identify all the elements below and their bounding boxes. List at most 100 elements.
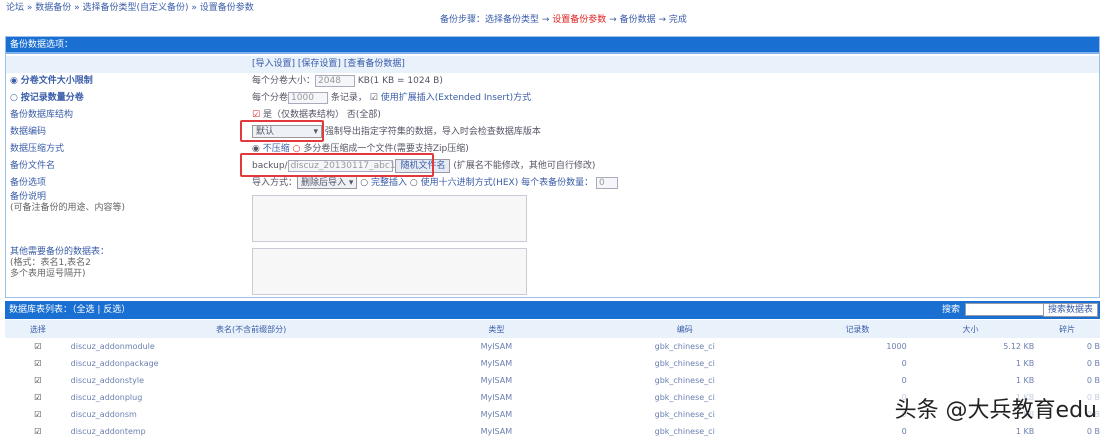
row-checkbox[interactable]: ☑ xyxy=(5,338,71,355)
table-cell: 1 KB xyxy=(1015,427,1035,436)
hint: (扩展名不能修改，其他可自行修改) xyxy=(453,161,596,171)
label: 其他需要备份的数据表： xyxy=(10,247,110,257)
table-cell: gbk_chinese_ci xyxy=(654,342,715,351)
table-cell: 0 B xyxy=(1086,376,1100,385)
label: 是（仅数据表结构） xyxy=(262,110,344,120)
row-checkbox[interactable]: ☑ xyxy=(5,355,71,372)
table-cell: MyISAM xyxy=(480,376,513,385)
table-row: ☑ discuz_addonpackage MyISAM gbk_chinese_ci… xyxy=(5,355,1100,372)
step-current: 设置备份参数 xyxy=(552,15,607,25)
step-1: 选择备份类型 xyxy=(485,15,540,25)
label: KB(1 KB = 1024 B) xyxy=(357,76,443,86)
import-mode-select[interactable]: 删除后导入 ▾ xyxy=(297,176,358,189)
column-header: 碎片 xyxy=(1034,320,1100,338)
table-count-input[interactable]: 0 xyxy=(596,176,619,189)
hex-option[interactable]: 使用十六进制方式(HEX) xyxy=(421,178,519,188)
arrow: → xyxy=(606,15,620,25)
links-row: [导入设置] [保存设置] [查看备份数据] xyxy=(6,56,1099,73)
view-backups-link[interactable]: [查看备份数据] xyxy=(344,59,405,69)
table-cell: 0 xyxy=(901,359,907,368)
table-cell: gbk_chinese_ci xyxy=(654,410,715,419)
label: 备份文件名 xyxy=(10,161,56,171)
watermark: 头条 @大兵教育edu xyxy=(891,392,1100,424)
table-row: ☑ discuz_addontemp MyISAM gbk_chinese_ci 0 1 … xyxy=(5,423,1100,440)
table-cell: MyISAM xyxy=(480,342,513,351)
label: 数据压缩方式 xyxy=(10,144,65,154)
row-checkbox[interactable]: ☑ xyxy=(5,406,71,423)
table-cell: 1 KB xyxy=(1015,359,1035,368)
record-count-input[interactable]: 1000 xyxy=(288,91,329,104)
label: 数据编码 xyxy=(10,127,47,137)
label: 每个表备份数量： xyxy=(521,178,594,188)
column-header: 编码 xyxy=(561,320,809,338)
row-checkbox[interactable]: ☑ xyxy=(5,423,71,440)
radio-record-count[interactable]: ○ 按记录数量分卷 xyxy=(10,90,84,107)
label: 备份数据库结构 xyxy=(10,110,74,120)
tables-title[interactable]: 数据库表列表：（全选 | 反选） xyxy=(9,305,130,315)
breadcrumb[interactable]: 论坛 » 数据备份 » 选择备份类型(自定义备份) » 设置备份参数 xyxy=(6,0,254,13)
search-button[interactable]: 搜索数据表 xyxy=(1042,303,1098,317)
table-cell: discuz_addonstyle xyxy=(70,376,144,385)
column-header: 大小 xyxy=(906,320,1035,338)
radio-volume-size[interactable]: ◉ 分卷文件大小限制 xyxy=(10,73,93,90)
label: 备份说明 xyxy=(10,192,47,202)
table-cell: MyISAM xyxy=(480,427,513,436)
column-header: 选择 xyxy=(5,320,71,338)
tables-bar: 数据库表列表：（全选 | 反选） 搜索 搜索数据表 xyxy=(5,301,1100,319)
table-cell: discuz_addonmodule xyxy=(70,342,155,351)
row-checkbox[interactable]: ☑ xyxy=(5,372,71,389)
structure-checkbox[interactable]: ☑ xyxy=(252,110,260,120)
row-checkbox[interactable]: ☑ xyxy=(5,389,71,406)
table-cell: gbk_chinese_ci xyxy=(654,376,715,385)
column-header: 记录数 xyxy=(808,320,907,338)
label: 每个分卷 xyxy=(252,93,289,103)
table-cell: 0 B xyxy=(1086,342,1100,351)
table-row: ☑ discuz_addonmodule MyISAM gbk_chinese_ci 1… xyxy=(5,338,1100,355)
search-label: 搜索 xyxy=(941,305,960,315)
panel-title: 备份数据选项： xyxy=(6,37,1099,54)
table-row: ☑ discuz_addonstyle MyISAM gbk_chinese_ci 0 1… xyxy=(5,372,1100,389)
extra-tables-textarea[interactable] xyxy=(252,248,527,295)
table-cell: MyISAM xyxy=(480,359,513,368)
volume-size-input[interactable]: 2048 xyxy=(315,74,356,87)
extended-insert-label[interactable]: 使用扩展插入(Extended Insert)方式 xyxy=(381,93,531,103)
table-cell: 1000 xyxy=(886,342,907,351)
table-cell: 0 xyxy=(901,376,907,385)
hint: (可备注备份的用途、内容等) xyxy=(10,203,126,213)
table-cell: discuz_addonpackage xyxy=(70,359,159,368)
table-cell: 0 B xyxy=(1086,427,1100,436)
complete-insert-option[interactable]: 完整插入 xyxy=(371,178,407,188)
search-input[interactable] xyxy=(965,303,1045,316)
table-cell: gbk_chinese_ci xyxy=(654,393,715,402)
label: 每个分卷大小： xyxy=(252,76,316,86)
backup-note-textarea[interactable] xyxy=(252,195,527,242)
table-cell: MyISAM xyxy=(480,393,513,402)
table-cell: 0 B xyxy=(1086,359,1100,368)
table-cell: gbk_chinese_ci xyxy=(654,359,715,368)
hint: (格式：表名1,表名2 xyxy=(10,258,91,268)
highlight-box xyxy=(240,120,324,142)
table-cell: discuz_addonplug xyxy=(70,393,143,402)
table-cell: discuz_addontemp xyxy=(70,427,146,436)
import-settings-link[interactable]: [导入设置] xyxy=(252,59,295,69)
step-label: 备份步骤： xyxy=(440,15,486,25)
hint: 多个表用逗号隔开) xyxy=(10,269,86,279)
step-3: 备份数据 xyxy=(619,15,656,25)
table-cell: 0 xyxy=(901,427,907,436)
column-header: 表名(不含前缀部分) xyxy=(70,320,432,338)
table-cell: 5.12 KB xyxy=(1003,342,1035,351)
save-settings-link[interactable]: [保存设置] xyxy=(298,59,341,69)
table-cell: 1 KB xyxy=(1015,376,1035,385)
hint: 强制导出指定字符集的数据，导入时会检查数据库版本 xyxy=(324,127,541,137)
step-4: 完成 xyxy=(668,15,687,25)
extended-insert-checkbox[interactable]: ☑ xyxy=(370,93,378,103)
highlight-box xyxy=(240,153,434,177)
label: 导入方式： xyxy=(252,178,298,188)
label: 否(全部) xyxy=(346,110,381,120)
backup-options-panel: 备份数据选项： [导入设置] [保存设置] [查看备份数据] ◉ 分卷文件大小限… xyxy=(5,36,1100,298)
step-nav: 备份步骤：选择备份类型 → 设置备份参数 → 备份数据 → 完成 xyxy=(440,12,687,25)
table-cell: MyISAM xyxy=(480,410,513,419)
table-cell: gbk_chinese_ci xyxy=(654,427,715,436)
column-header: 类型 xyxy=(431,320,562,338)
table-cell: discuz_addonsm xyxy=(70,410,137,419)
